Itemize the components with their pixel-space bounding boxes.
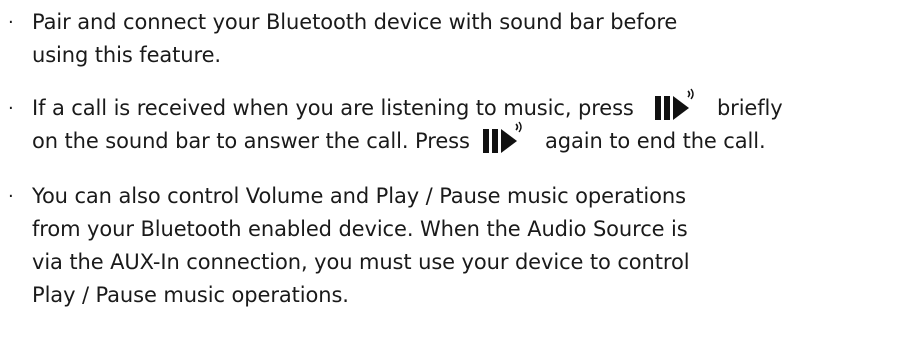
play-pause-call-icon <box>482 121 526 155</box>
item-text-line: via the AUX-In connection, you must use … <box>32 250 690 274</box>
bullet: · <box>8 12 14 33</box>
item-text: briefly <box>716 96 783 120</box>
play-pause-call-icon <box>654 88 698 122</box>
item-text-line: from your Bluetooth enabled device. When… <box>32 217 688 241</box>
item-text-line: Pair and connect your Bluetooth device w… <box>32 10 678 34</box>
bullet: · <box>8 186 14 207</box>
item-text-line: on the sound bar to answer the call. Pre… <box>32 121 766 159</box>
item-text-line: You can also control Volume and Play / P… <box>32 184 686 208</box>
item-text: on the sound bar to answer the call. Pre… <box>32 129 470 153</box>
item-text-line: Play / Pause music operations. <box>32 283 349 307</box>
item-text-line: If a call is received when you are liste… <box>32 88 783 126</box>
bullet: · <box>8 98 14 119</box>
item-text: again to end the call. <box>544 129 766 153</box>
item-text-line: using this feature. <box>32 43 221 67</box>
item-text: If a call is received when you are liste… <box>32 96 634 120</box>
